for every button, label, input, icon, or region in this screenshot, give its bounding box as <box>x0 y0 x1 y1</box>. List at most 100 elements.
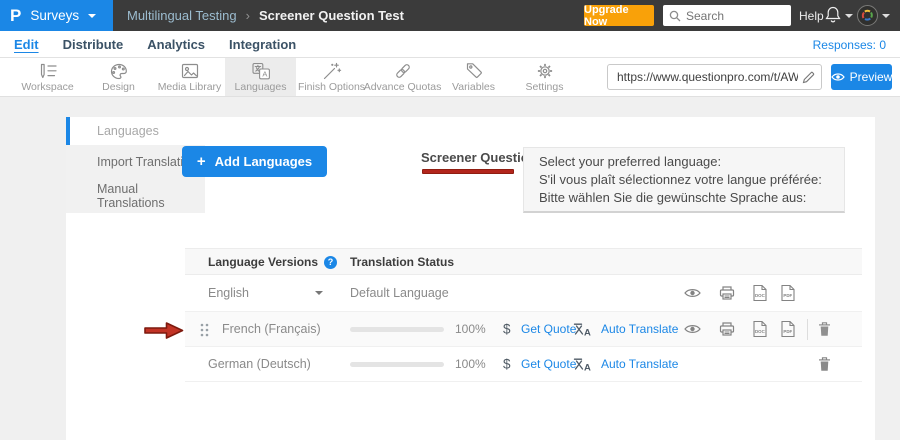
tab-integration[interactable]: Integration <box>229 37 296 52</box>
default-language-select[interactable]: English <box>185 275 330 311</box>
help-link[interactable]: Help <box>799 9 824 23</box>
sidebar-item-languages[interactable]: Languages <box>66 117 205 145</box>
help-circle-icon[interactable]: ? <box>324 256 337 269</box>
language-name: English <box>208 286 249 300</box>
translate-icon: A <box>250 62 272 80</box>
search-icon <box>669 10 681 22</box>
questionpro-logo-icon: P <box>10 7 21 24</box>
survey-url-box <box>607 64 822 90</box>
divider <box>807 319 808 340</box>
chain-links-icon <box>392 62 414 80</box>
toolbar-item-finish-options[interactable]: Finish Options <box>296 58 367 96</box>
notifications-button[interactable] <box>825 6 853 24</box>
svg-text:PDF: PDF <box>783 329 792 334</box>
chevron-down-icon <box>88 14 96 18</box>
image-icon <box>179 62 201 80</box>
tab-edit[interactable]: Edit <box>14 37 39 52</box>
screener-question-line: S'il vous plaît sélectionnez votre langu… <box>539 171 844 189</box>
toolbar-item-workspace[interactable]: Workspace <box>12 58 83 96</box>
screener-question-line: Bitte wählen Sie die gewünschte Sprache … <box>539 189 844 207</box>
language-name: French (Français) <box>222 322 321 336</box>
tag-icon <box>463 62 485 80</box>
upgrade-now-button[interactable]: Upgrade Now <box>584 5 654 26</box>
translation-status: Default Language <box>350 286 449 300</box>
dollar-icon[interactable]: $ <box>503 357 511 372</box>
top-bar: P Surveys Multilingual Testing › Screene… <box>0 0 900 31</box>
delete-language-button[interactable] <box>818 322 831 337</box>
svg-text:A: A <box>262 69 267 78</box>
screener-question-line: Select your preferred language: <box>539 153 844 171</box>
get-quote-link[interactable]: Get Quote <box>521 322 576 336</box>
get-quote-link[interactable]: Get Quote <box>521 357 576 371</box>
page: P Surveys Multilingual Testing › Screene… <box>0 0 900 440</box>
responses-count[interactable]: Responses: 0 <box>813 38 886 52</box>
svg-text:A: A <box>584 328 591 338</box>
toolbar-item-languages[interactable]: A Languages <box>225 58 296 96</box>
sidebar-item-label: Manual Translations <box>97 182 205 210</box>
language-name: German (Deutsch) <box>208 357 311 371</box>
survey-url-input[interactable] <box>617 70 798 84</box>
preview-language-button[interactable] <box>684 323 701 335</box>
table-row-english: English Default Language DOC PDF <box>185 275 862 312</box>
red-underline-annotation <box>422 169 514 174</box>
sidebar-item-label: Languages <box>97 124 159 138</box>
toolbar-item-label: Media Library <box>158 81 222 93</box>
preview-language-button[interactable] <box>684 287 701 299</box>
export-pdf-button[interactable]: PDF <box>780 285 795 302</box>
product-label: Surveys <box>30 8 79 23</box>
chevron-down-icon <box>315 291 323 295</box>
breadcrumb-current: Screener Question Test <box>259 8 404 23</box>
export-doc-button[interactable]: DOC <box>752 285 767 302</box>
svg-text:PDF: PDF <box>783 293 792 298</box>
toolbar-item-advance-quotas[interactable]: Advance Quotas <box>367 58 438 96</box>
drag-handle-icon[interactable] <box>200 323 209 337</box>
delete-language-button[interactable] <box>818 357 831 372</box>
print-button[interactable] <box>719 286 735 301</box>
toolbar-item-label: Settings <box>526 81 564 93</box>
toolbar-item-settings[interactable]: Settings <box>509 58 580 96</box>
tab-distribute[interactable]: Distribute <box>63 37 124 52</box>
auto-translate-icon[interactable]: A <box>573 322 593 337</box>
toolbar-item-label: Advance Quotas <box>364 81 442 93</box>
toolbar-item-label: Languages <box>235 81 287 93</box>
progress-value: 100% <box>455 322 486 336</box>
dollar-icon[interactable]: $ <box>503 322 511 337</box>
toolbar-item-design[interactable]: Design <box>83 58 154 96</box>
sidebar-item-manual-translations[interactable]: Manual Translations <box>66 179 205 213</box>
surveys-menu[interactable]: P Surveys <box>0 0 113 31</box>
svg-text:DOC: DOC <box>755 329 766 334</box>
export-doc-button[interactable]: DOC <box>752 321 767 338</box>
svg-text:DOC: DOC <box>755 293 766 298</box>
toolbar-item-media-library[interactable]: Media Library <box>154 58 225 96</box>
table-header: Language Versions ? Translation Status <box>185 248 862 275</box>
languages-panel: Languages Import Translations Manual Tra… <box>66 117 875 440</box>
eye-icon <box>831 72 845 82</box>
breadcrumb-separator-icon: › <box>246 8 250 23</box>
table-row-french: French (Français) 100% $ Get Quote A Aut… <box>185 312 862 347</box>
auto-translate-icon[interactable]: A <box>573 357 593 372</box>
pencil-icon[interactable] <box>802 71 815 84</box>
tab-analytics[interactable]: Analytics <box>147 37 205 52</box>
export-pdf-button[interactable]: PDF <box>780 321 795 338</box>
search-box[interactable] <box>663 5 791 26</box>
survey-nav: Edit Distribute Analytics Integration <box>0 31 900 58</box>
search-input[interactable] <box>686 9 786 23</box>
table-row-german: German (Deutsch) 100% $ Get Quote A Auto… <box>185 347 862 382</box>
add-languages-button[interactable]: + Add Languages <box>182 146 327 177</box>
workspace-icon <box>37 62 59 80</box>
gear-icon <box>534 62 556 80</box>
column-translation-status: Translation Status <box>350 255 454 269</box>
chevron-down-icon <box>845 14 853 18</box>
edit-toolbar: Workspace Design Media Library A Languag… <box>0 58 900 97</box>
auto-translate-link[interactable]: Auto Translate <box>601 322 678 336</box>
toolbar-item-label: Finish Options <box>298 81 365 93</box>
translation-progress-bar <box>350 327 444 332</box>
toolbar-item-variables[interactable]: Variables <box>438 58 509 96</box>
print-button[interactable] <box>719 322 735 337</box>
breadcrumb-parent[interactable]: Multilingual Testing <box>127 8 237 23</box>
preview-button[interactable]: Preview <box>831 64 892 90</box>
account-menu[interactable] <box>857 5 890 26</box>
translation-progress-bar <box>350 362 444 367</box>
auto-translate-link[interactable]: Auto Translate <box>601 357 678 371</box>
toolbar-item-label: Design <box>102 81 135 93</box>
